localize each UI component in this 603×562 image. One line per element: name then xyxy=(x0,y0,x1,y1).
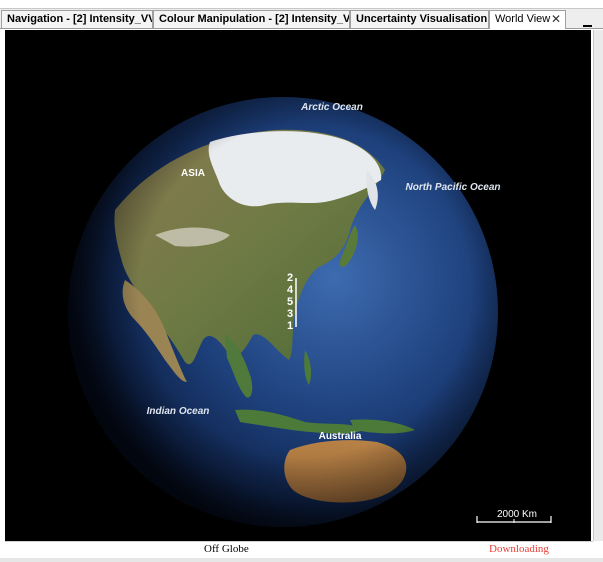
scale-bar: 2000 Km xyxy=(476,509,552,523)
tab-navigation[interactable]: Navigation - [2] Intensity_VV xyxy=(1,10,153,28)
marker-label[interactable]: 3 xyxy=(287,308,293,320)
marker-label[interactable]: 4 xyxy=(287,284,294,296)
label-australia: Australia xyxy=(319,431,362,442)
marker-label[interactable]: 2 xyxy=(287,272,293,284)
scale-bar-label: 2000 Km xyxy=(497,509,537,520)
download-status: Downloading xyxy=(489,543,549,555)
globe-canvas[interactable]: Arctic Ocean ASIA North Pacific Ocean In… xyxy=(5,30,591,541)
marker-label[interactable]: 5 xyxy=(287,296,293,308)
label-north-pacific-ocean: North Pacific Ocean xyxy=(405,182,500,193)
tab-world-view-label: World View xyxy=(495,13,551,25)
label-arctic-ocean: Arctic Ocean xyxy=(300,102,363,113)
marker-label[interactable]: 1 xyxy=(287,320,293,332)
window-bottom-edge xyxy=(0,558,603,562)
status-bar: Off Globe Downloading xyxy=(5,541,593,558)
globe-shading xyxy=(68,97,498,527)
close-icon[interactable]: ✕ xyxy=(551,11,561,27)
globe-viewport[interactable]: Arctic Ocean ASIA North Pacific Ocean In… xyxy=(5,30,591,541)
tab-colour-manipulation[interactable]: Colour Manipulation - [2] Intensity_VV xyxy=(153,10,350,28)
tab-bar: Navigation - [2] Intensity_VV Colour Man… xyxy=(0,9,603,29)
top-toolbar-strip xyxy=(0,0,603,9)
world-view-window: Navigation - [2] Intensity_VV Colour Man… xyxy=(0,0,603,562)
panel-scrollbar[interactable] xyxy=(593,30,603,541)
label-indian-ocean: Indian Ocean xyxy=(147,406,210,417)
label-asia: ASIA xyxy=(181,168,205,179)
tab-world-view[interactable]: World View ✕ xyxy=(489,10,566,29)
tab-uncertainty-visualisation[interactable]: Uncertainty Visualisation xyxy=(350,10,489,28)
position-status: Off Globe xyxy=(204,543,249,555)
